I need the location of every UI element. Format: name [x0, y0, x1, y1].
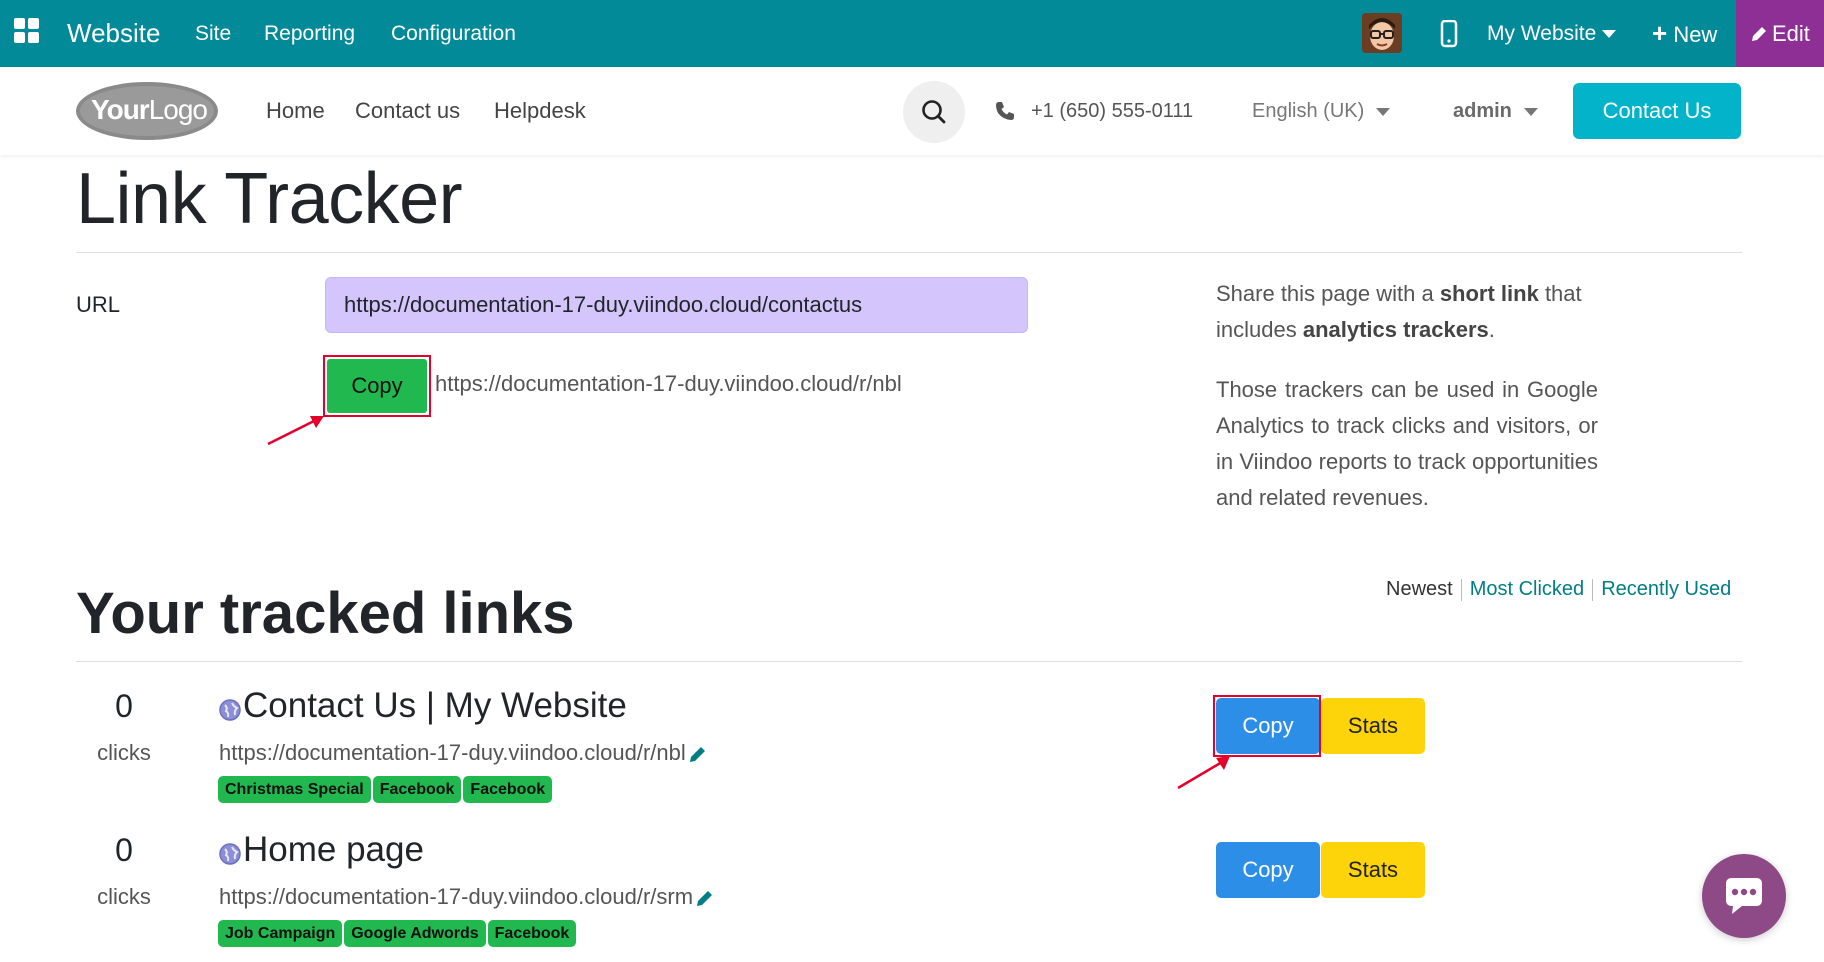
url-label: URL	[76, 292, 121, 317]
caret-down-icon	[1602, 30, 1617, 39]
sort-recently-used[interactable]: Recently Used	[1593, 576, 1739, 602]
stats-button[interactable]: Stats	[1321, 842, 1425, 898]
link-title: Contact Us | My Website	[243, 686, 627, 725]
edit-button[interactable]: Edit	[1736, 0, 1824, 67]
click-count: 0	[115, 688, 133, 724]
search-button[interactable]	[903, 81, 965, 143]
pencil-icon[interactable]	[688, 744, 708, 764]
pencil-icon[interactable]	[695, 888, 715, 908]
analytics-trackers-emphasis: analytics trackers	[1302, 317, 1489, 342]
sort-most-clicked[interactable]: Most Clicked	[1462, 576, 1592, 602]
apps-grid-icon[interactable]	[13, 17, 41, 45]
search-icon	[922, 100, 946, 124]
tag: Google Adwords	[344, 920, 486, 947]
company-logo[interactable]: YourLogo	[75, 81, 220, 141]
tag: Facebook	[372, 776, 462, 803]
menu-site[interactable]: Site	[195, 0, 231, 67]
website-header: YourLogo Home Contact us Helpdesk +1 (65…	[0, 67, 1824, 155]
url-input[interactable]	[325, 277, 1028, 333]
mobile-preview-icon[interactable]	[1439, 19, 1459, 48]
language-selector[interactable]: English (UK)	[1252, 67, 1391, 155]
chat-icon	[1726, 878, 1762, 914]
pencil-icon	[1752, 27, 1766, 41]
nav-helpdesk[interactable]: Helpdesk	[494, 67, 586, 155]
tag: Facebook	[487, 920, 577, 947]
annotation-arrow	[267, 416, 324, 446]
tracked-links-title: Your tracked links	[76, 581, 575, 646]
new-label: New	[1673, 22, 1718, 47]
contact-us-button[interactable]: Contact Us	[1573, 83, 1741, 139]
link-title: Home page	[243, 830, 424, 869]
title-divider	[76, 252, 1742, 253]
trackers-description: Those trackers can be used in Google Ana…	[1216, 377, 1598, 510]
user-avatar[interactable]	[1362, 13, 1402, 53]
tag-list: Christmas Special Facebook Facebook	[218, 776, 553, 803]
caret-down-icon	[1376, 107, 1391, 116]
share-description: Share this page with a short link that i…	[1216, 276, 1598, 348]
new-button[interactable]: + New	[1652, 0, 1717, 67]
admin-topbar: Website Site Reporting Configuration My …	[0, 0, 1824, 67]
caret-down-icon	[1523, 107, 1538, 116]
link-short-url: https://documentation-17-duy.viindoo.clo…	[219, 884, 715, 910]
globe-icon	[219, 843, 241, 865]
generated-short-url: https://documentation-17-duy.viindoo.clo…	[435, 371, 902, 396]
clicks-label: clicks	[97, 740, 151, 765]
link-short-url: https://documentation-17-duy.viindoo.clo…	[219, 740, 708, 766]
nav-contact-us[interactable]: Contact us	[355, 67, 460, 155]
menu-reporting[interactable]: Reporting	[264, 0, 355, 67]
tag-list: Job Campaign Google Adwords Facebook	[218, 920, 577, 947]
website-selector[interactable]: My Website	[1487, 0, 1617, 67]
share-text-part: .	[1488, 317, 1495, 342]
sort-newest[interactable]: Newest	[1378, 576, 1461, 602]
stats-button[interactable]: Stats	[1321, 698, 1425, 754]
clicks-label: clicks	[97, 884, 151, 909]
language-label: English (UK)	[1252, 100, 1365, 122]
click-count: 0	[115, 832, 133, 868]
short-link-emphasis: short link	[1439, 281, 1539, 306]
tag: Job Campaign	[218, 920, 343, 947]
app-brand[interactable]: Website	[67, 0, 160, 67]
phone-icon	[994, 100, 1016, 122]
tag: Christmas Special	[218, 776, 371, 803]
tag: Facebook	[463, 776, 553, 803]
copy-button[interactable]: Copy	[1216, 698, 1320, 754]
share-text-part: Share this page with a	[1216, 281, 1440, 306]
logo-text-light: Logo	[148, 94, 208, 125]
phone-number[interactable]: +1 (650) 555-0111	[1031, 67, 1193, 155]
sort-options: Newest Most Clicked Recently Used	[1378, 576, 1739, 602]
website-selector-label: My Website	[1487, 22, 1597, 45]
menu-configuration[interactable]: Configuration	[391, 0, 516, 67]
link-url-text: https://documentation-17-duy.viindoo.clo…	[219, 740, 686, 765]
annotation-arrow	[1177, 756, 1230, 790]
section-divider	[76, 661, 1742, 662]
plus-icon: +	[1652, 18, 1668, 48]
edit-label: Edit	[1772, 21, 1810, 46]
nav-home[interactable]: Home	[266, 67, 325, 155]
link-url-text: https://documentation-17-duy.viindoo.clo…	[219, 884, 694, 909]
globe-icon	[219, 699, 241, 721]
copy-button[interactable]: Copy	[1216, 842, 1320, 898]
livechat-button[interactable]	[1702, 854, 1786, 938]
user-name: admin	[1453, 100, 1512, 122]
logo-text-bold: Your	[91, 94, 150, 125]
user-menu[interactable]: admin	[1453, 67, 1538, 155]
page-title: Link Tracker	[76, 159, 463, 239]
copy-short-link-button[interactable]: Copy	[327, 359, 427, 413]
